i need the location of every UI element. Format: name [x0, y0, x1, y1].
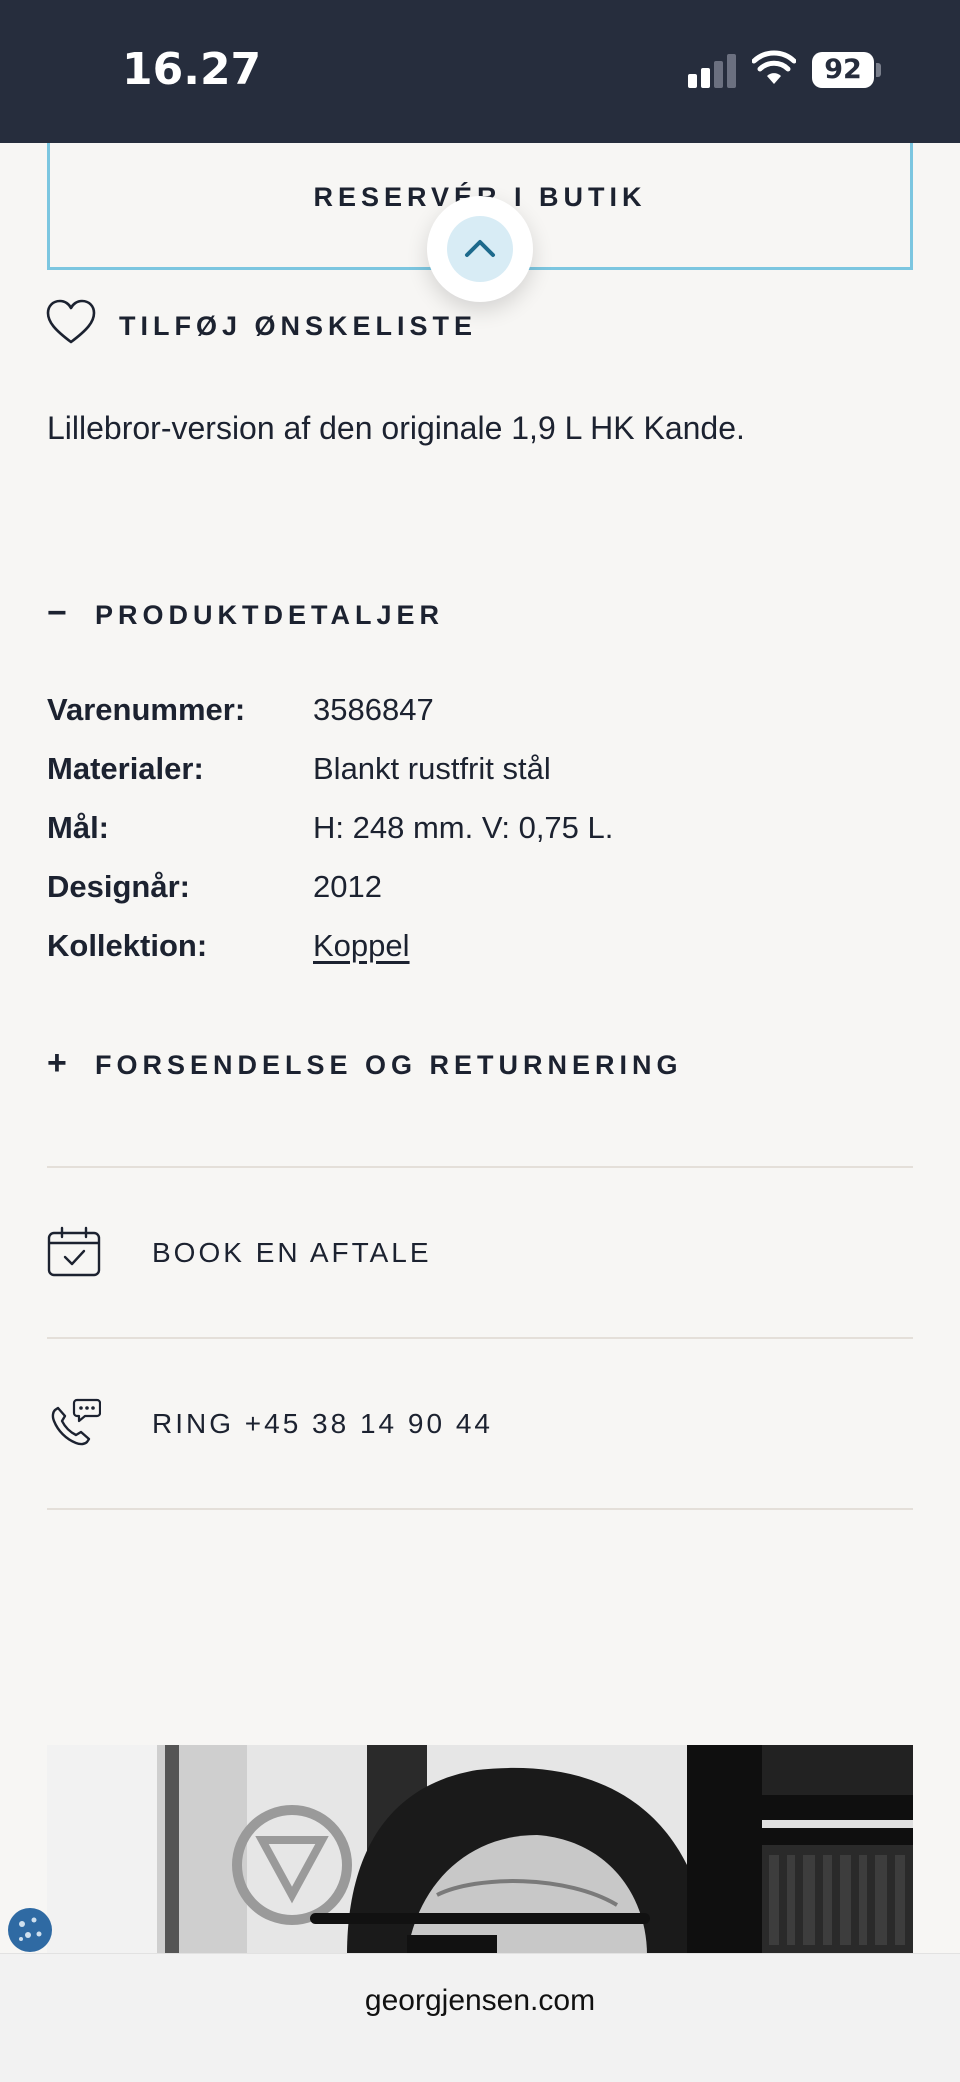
detail-key: Designår: [47, 869, 190, 904]
book-appointment-link[interactable]: BOOK EN AFTALE [47, 1219, 913, 1289]
heart-icon [46, 299, 96, 344]
cookie-icon [19, 1917, 42, 1941]
divider [47, 1166, 913, 1168]
product-details-accordion-header[interactable]: − PRODUKTDETALJER [47, 594, 547, 634]
detail-key: Materialer: [47, 751, 204, 786]
collection-link[interactable]: Koppel [313, 928, 410, 964]
chevron-up-icon [465, 240, 495, 257]
product-description: Lillebror-version af den originale 1,9 L… [47, 410, 745, 446]
calendar-check-icon [47, 1226, 101, 1277]
detail-key: Mål: [47, 810, 109, 845]
detail-value: H: 248 mm. V: 0,75 L. [313, 810, 614, 845]
wifi-icon [752, 50, 796, 84]
divider [47, 1508, 913, 1510]
status-bar: 16.27 92 [0, 0, 960, 143]
expand-icon: + [47, 1044, 67, 1082]
detail-key: Kollektion: [47, 928, 208, 963]
divider [47, 1337, 913, 1339]
book-appointment-label: BOOK EN AFTALE [152, 1237, 432, 1268]
browser-address-bar[interactable]: georgjensen.com [0, 1953, 960, 2082]
detail-key: Varenummer: [47, 692, 246, 727]
battery-level: 92 [812, 52, 874, 88]
product-details-title: PRODUKTDETALJER [95, 600, 445, 630]
wishlist-label: TILFØJ ØNSKELISTE [119, 311, 478, 341]
detail-value: 2012 [313, 869, 382, 904]
call-phone-link[interactable]: RING +45 38 14 90 44 [47, 1390, 913, 1460]
cookie-settings-button[interactable] [8, 1908, 52, 1952]
shipping-returns-title: FORSENDELSE OG RETURNERING [95, 1050, 683, 1080]
phone-chat-icon [51, 1398, 101, 1446]
status-time: 16.27 [122, 44, 262, 95]
cellular-signal-icon [688, 54, 738, 88]
home-indicator[interactable] [310, 1913, 650, 1924]
battery-tip [876, 63, 881, 77]
shipping-returns-accordion-header[interactable]: + FORSENDELSE OG RETURNERING [47, 1044, 747, 1084]
scroll-to-top-button[interactable] [427, 196, 533, 302]
collapse-icon: − [47, 594, 67, 632]
detail-value: 3586847 [313, 692, 434, 727]
detail-value: Blankt rustfrit stål [313, 751, 551, 786]
url-text: georgjensen.com [364, 1984, 596, 2017]
call-phone-label: RING +45 38 14 90 44 [152, 1408, 493, 1439]
scroll-to-top-circle [447, 216, 513, 282]
